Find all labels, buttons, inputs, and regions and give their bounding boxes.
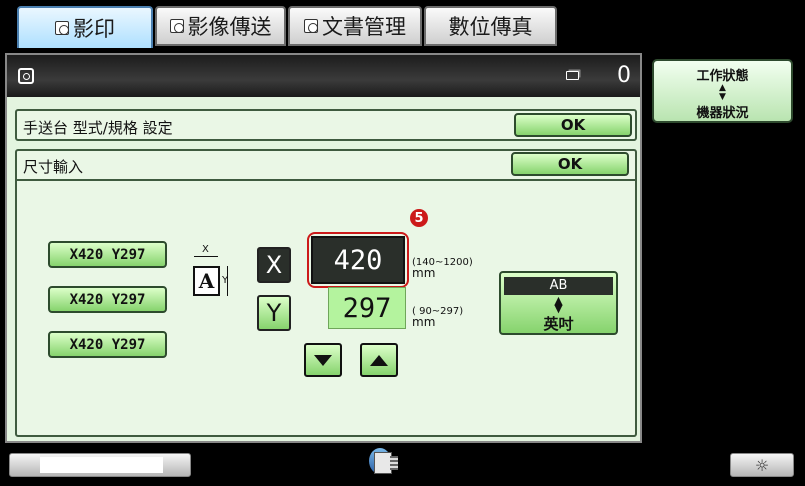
preset-size-button-3[interactable]: X420 Y297 <box>48 331 167 358</box>
brightness-icon: ☼ <box>754 455 770 475</box>
main-panel: 0 手送台 型式/規格 設定 OK 尺寸輸入 OK X420 Y297 X420… <box>5 53 642 443</box>
copy-mode-icon <box>18 68 34 84</box>
bypass-tray-settings-row: 手送台 型式/規格 設定 OK <box>15 109 637 141</box>
tab-digital-fax-label: 數位傳真 <box>448 15 533 39</box>
unit-toggle-button[interactable]: AB ▲ ▼ 英吋 <box>499 271 618 335</box>
brightness-button[interactable]: ☼ <box>730 453 794 477</box>
x-range-hint: (140~1200) mm <box>412 257 473 279</box>
callout-marker: 5 <box>410 209 428 227</box>
y-value-field[interactable]: 297 <box>328 287 406 329</box>
right-panel: 工作狀態 ▲ ▼ 機器狀況 <box>648 53 805 443</box>
x-unit: mm <box>412 266 436 280</box>
decrease-button[interactable] <box>304 343 342 377</box>
bypass-tray-settings-label: 手送台 型式/規格 設定 <box>23 119 173 137</box>
preset-size-label: X420 Y297 <box>69 291 146 308</box>
ok-label: OK <box>560 116 586 134</box>
arrow-down-icon <box>314 354 332 366</box>
device-status-icon[interactable] <box>364 446 400 482</box>
machine-status-label: 機器狀況 <box>696 106 749 121</box>
document-filing-icon <box>304 19 318 33</box>
x-axis-button[interactable]: X <box>257 247 291 283</box>
tab-image-send[interactable]: 影像傳送 <box>155 6 286 46</box>
y-dimension-label: Y <box>222 275 229 286</box>
paper-size-diagram: X A Y <box>189 244 251 304</box>
job-status-label: 工作狀態 <box>696 69 749 84</box>
y-axis-button[interactable]: Y <box>257 295 291 331</box>
tab-image-send-label: 影像傳送 <box>187 15 272 39</box>
progress-bar <box>9 453 191 477</box>
unit-toggle-top: AB <box>504 277 613 295</box>
bypass-tray-ok-button[interactable]: OK <box>514 113 632 137</box>
preset-size-button-2[interactable]: X420 Y297 <box>48 286 167 313</box>
size-input-ok-button[interactable]: OK <box>511 152 629 176</box>
y-axis-label: Y <box>266 299 282 327</box>
size-input-panel: 尺寸輸入 OK X420 Y297 X420 Y297 X420 Y297 X … <box>15 149 637 437</box>
tab-digital-fax[interactable]: 數位傳真 <box>424 6 557 46</box>
arrow-up-icon <box>370 354 388 366</box>
increase-button[interactable] <box>360 343 398 377</box>
ok-label: OK <box>557 155 583 173</box>
y-value: 297 <box>342 292 392 324</box>
preset-size-label: X420 Y297 <box>69 246 146 263</box>
job-status-button[interactable]: 工作狀態 ▲ ▼ 機器狀況 <box>652 59 793 123</box>
y-range-hint: ( 90~297) mm <box>412 306 463 328</box>
x-value: 420 <box>333 244 383 276</box>
paper-icon: A <box>193 266 220 296</box>
tab-document-filing[interactable]: 文書管理 <box>288 6 422 46</box>
status-toggle-icon: ▲ ▼ <box>719 83 726 102</box>
copies-icon <box>566 71 579 80</box>
callout-number: 5 <box>414 210 424 226</box>
size-input-header: 尺寸輸入 OK <box>17 151 635 181</box>
tab-document-filing-label: 文書管理 <box>322 15 406 39</box>
tab-copy-label: 影印 <box>73 17 115 41</box>
size-input-label: 尺寸輸入 <box>23 158 84 176</box>
x-axis-label: X <box>265 251 283 279</box>
copy-count: 0 <box>617 63 631 88</box>
unit-inch-label: 英吋 <box>543 315 574 333</box>
title-bar: 0 <box>7 55 640 97</box>
tab-copy[interactable]: 影印 <box>17 6 153 48</box>
preset-size-button-1[interactable]: X420 Y297 <box>48 241 167 268</box>
y-unit: mm <box>412 315 436 329</box>
x-dimension-line <box>194 256 218 257</box>
preset-size-label: X420 Y297 <box>69 336 146 353</box>
copy-icon <box>55 21 69 35</box>
image-send-icon <box>169 19 184 33</box>
unit-ab-label: AB <box>549 278 568 293</box>
progress-fill <box>40 457 163 473</box>
x-dimension-label: X <box>202 244 209 255</box>
paper-letter: A <box>198 269 215 293</box>
bottom-bar: ☼ <box>0 446 805 486</box>
x-value-field[interactable]: 420 <box>311 236 405 284</box>
